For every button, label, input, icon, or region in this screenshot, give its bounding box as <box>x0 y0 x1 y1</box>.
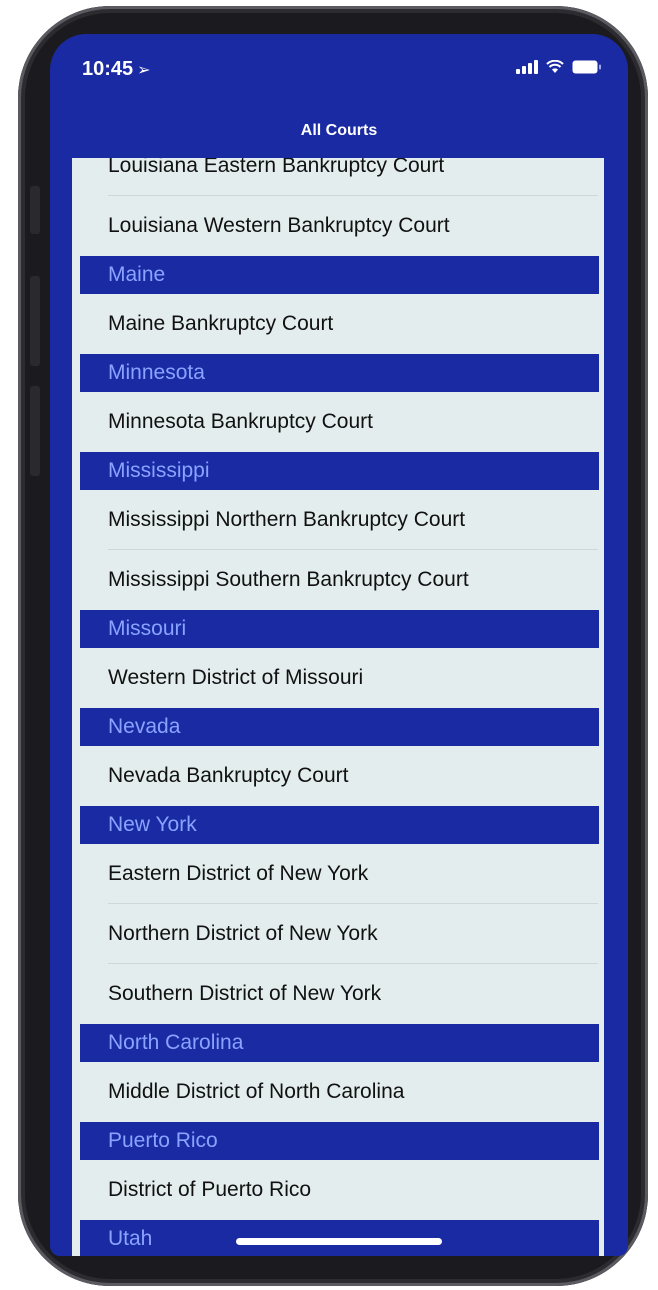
court-label: Louisiana Eastern Bankruptcy Court <box>108 158 445 177</box>
court-label: Maine Bankruptcy Court <box>108 312 334 335</box>
court-label: Mississippi Northern Bankruptcy Court <box>108 508 466 531</box>
volume-down-button <box>30 386 40 476</box>
section-header-north-carolina: North Carolina <box>80 1024 599 1062</box>
app-screen: 10:45 ➢ All Courts Louisiana Eastern Ban… <box>50 34 628 1256</box>
list-item-court[interactable]: District of Puerto Rico <box>72 1160 604 1220</box>
section-header-missouri: Missouri <box>80 610 599 648</box>
court-label: Louisiana Western Bankruptcy Court <box>108 214 450 237</box>
battery-icon <box>572 60 602 74</box>
list-item-court[interactable]: Maine Bankruptcy Court <box>72 294 604 354</box>
court-label: Mississippi Southern Bankruptcy Court <box>108 568 469 591</box>
court-label: Southern District of New York <box>108 982 382 1005</box>
wifi-icon <box>546 60 564 74</box>
list-item-court[interactable]: Mississippi Northern Bankruptcy Court <box>72 490 604 550</box>
status-bar: 10:45 ➢ <box>50 34 628 110</box>
time-label: 10:45 <box>82 58 134 80</box>
section-header-minnesota: Minnesota <box>80 354 599 392</box>
list-item-court[interactable]: Eastern District of New York <box>72 844 604 904</box>
list-item-court[interactable]: Mississippi Southern Bankruptcy Court <box>72 550 604 610</box>
court-label: Eastern District of New York <box>108 862 369 885</box>
list-item-court[interactable]: Minnesota Bankruptcy Court <box>72 392 604 452</box>
courts-list[interactable]: Louisiana Eastern Bankruptcy Court Louis… <box>72 158 604 1256</box>
list-item-court[interactable]: Nevada Bankruptcy Court <box>72 746 604 806</box>
nav-bar: All Courts <box>50 110 628 158</box>
court-label: Minnesota Bankruptcy Court <box>108 410 373 433</box>
status-time: 10:45 ➢ <box>82 58 151 81</box>
cellular-signal-icon <box>516 60 538 74</box>
list-item-court[interactable]: Northern District of New York <box>72 904 604 964</box>
list-item-court[interactable]: Western District of Missouri <box>72 648 604 708</box>
section-header-maine: Maine <box>80 256 599 294</box>
list-item-court[interactable]: Louisiana Eastern Bankruptcy Court <box>72 158 604 196</box>
home-indicator[interactable] <box>236 1238 442 1245</box>
court-label: Northern District of New York <box>108 922 378 945</box>
courts-list-content: Louisiana Eastern Bankruptcy Court Louis… <box>72 158 604 1256</box>
section-header-puerto-rico: Puerto Rico <box>80 1122 599 1160</box>
section-header-new-york: New York <box>80 806 599 844</box>
section-header-mississippi: Mississippi <box>80 452 599 490</box>
list-item-court[interactable]: Louisiana Western Bankruptcy Court <box>72 196 604 256</box>
list-item-court[interactable]: Middle District of North Carolina <box>72 1062 604 1122</box>
location-arrow-icon: ➢ <box>137 62 151 79</box>
list-item-court[interactable]: Southern District of New York <box>72 964 604 1024</box>
court-label: Middle District of North Carolina <box>108 1080 405 1103</box>
section-header-nevada: Nevada <box>80 708 599 746</box>
page-title: All Courts <box>300 122 378 139</box>
volume-up-button <box>30 276 40 366</box>
court-label: Nevada Bankruptcy Court <box>108 764 349 787</box>
status-icons <box>516 60 602 74</box>
court-label: District of Puerto Rico <box>108 1178 312 1201</box>
mute-switch <box>30 186 40 234</box>
court-label: Western District of Missouri <box>108 666 364 689</box>
